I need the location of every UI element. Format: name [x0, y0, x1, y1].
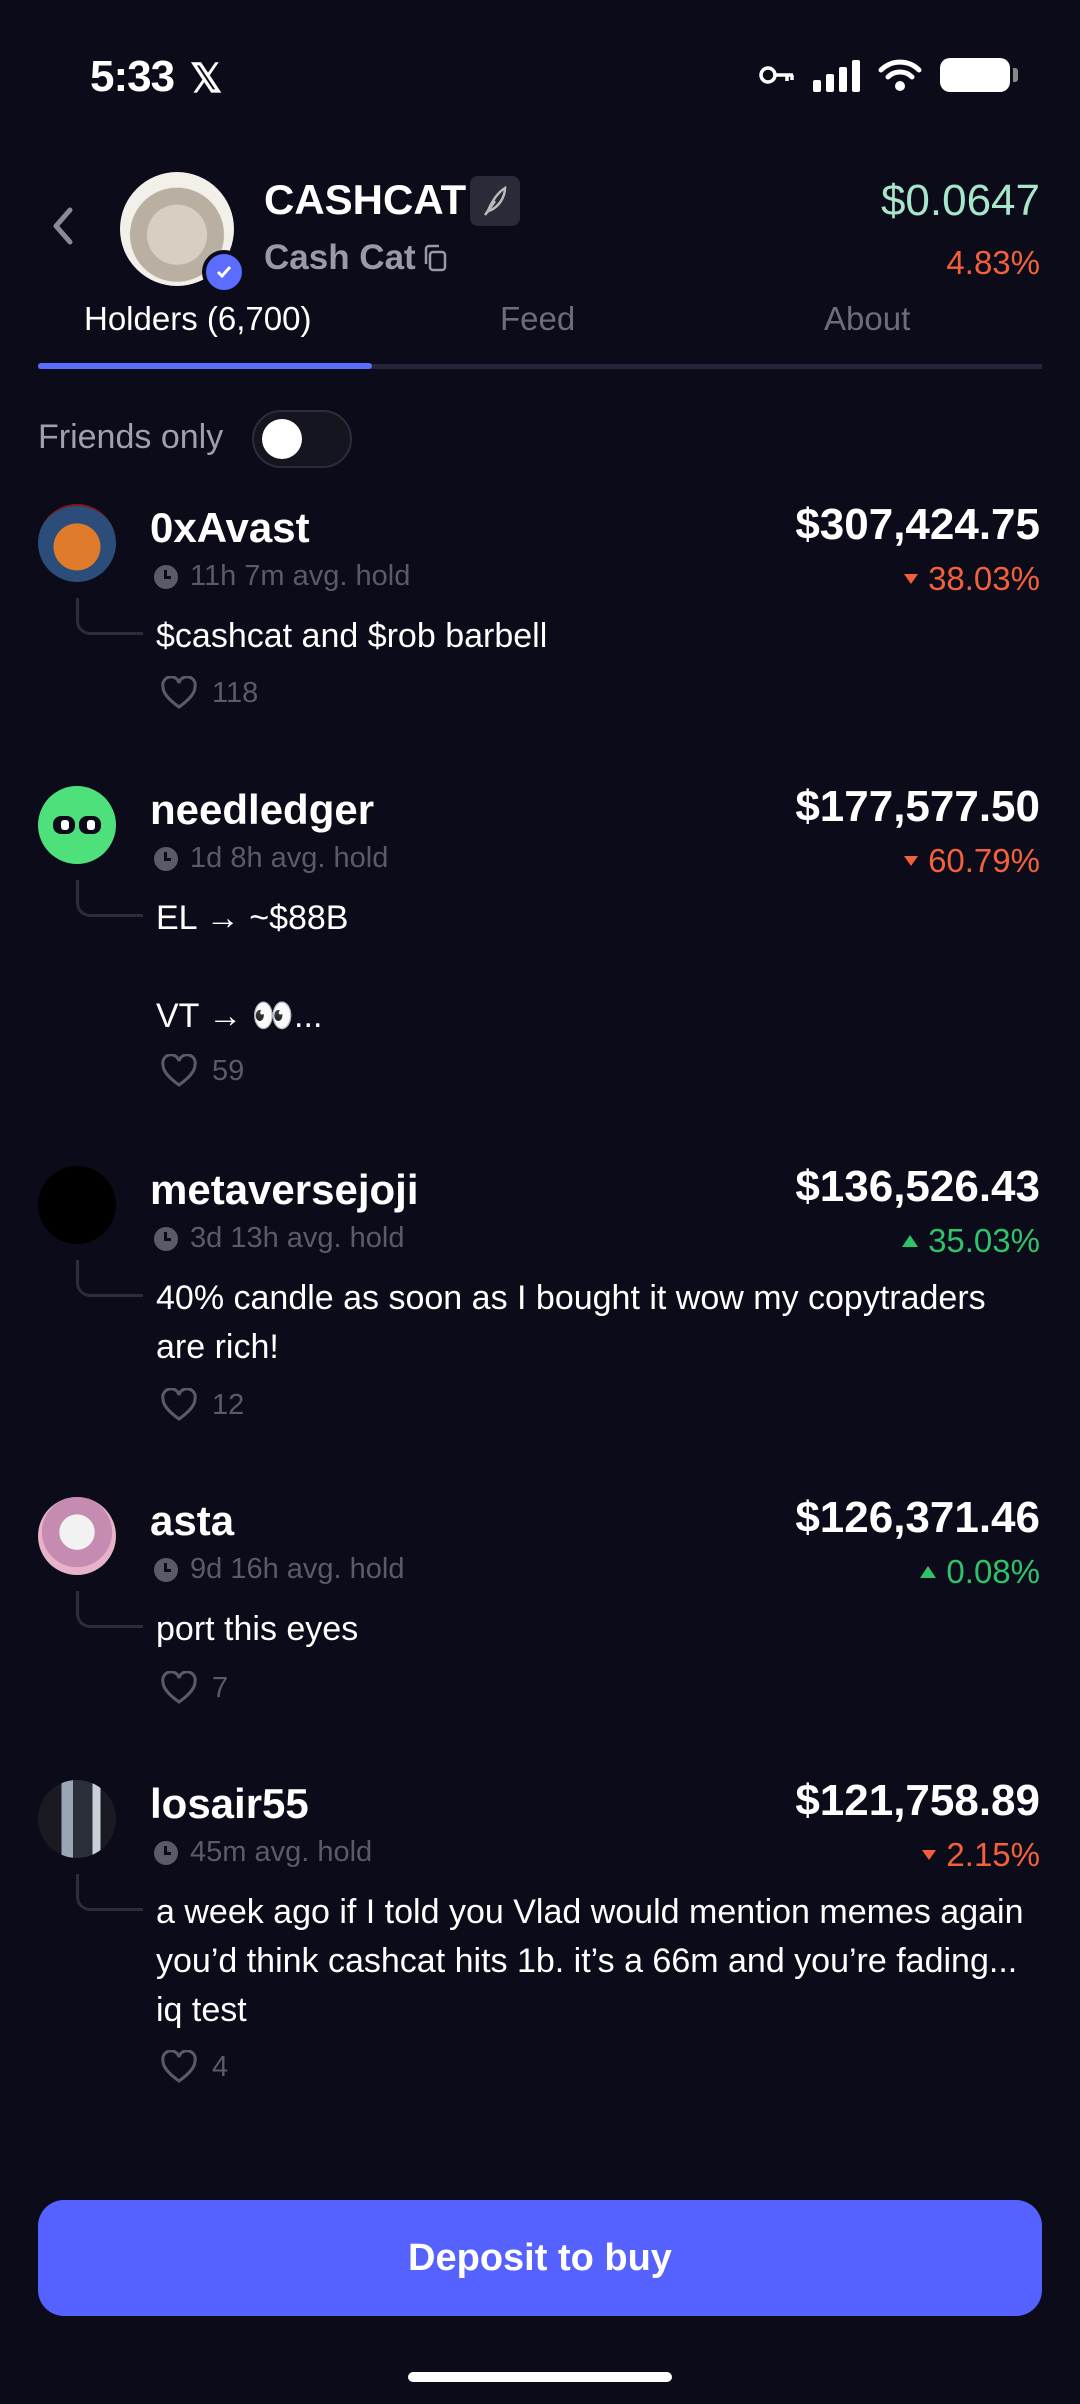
avg-hold: 3d 13h avg. hold [154, 1222, 404, 1255]
up-arrow-icon [902, 1235, 919, 1247]
avg-hold: 11h 7m avg. hold [154, 560, 410, 593]
like-button[interactable]: 12 [160, 1388, 244, 1422]
token-name: Cash Cat [264, 238, 416, 277]
avg-hold: 1d 8h avg. hold [154, 842, 388, 875]
holder-change: 2.15% [922, 1836, 1040, 1874]
heart-icon[interactable] [160, 676, 198, 710]
heart-icon[interactable] [160, 1671, 198, 1705]
avg-hold-text: 3d 13h avg. hold [190, 1222, 405, 1254]
like-count: 7 [212, 1671, 229, 1704]
feather-edit-icon[interactable] [470, 176, 520, 226]
like-count: 4 [212, 2050, 229, 2083]
avatar[interactable] [38, 1497, 116, 1575]
holder-change-text: 0.08% [946, 1553, 1040, 1590]
verified-badge-icon [202, 250, 246, 294]
avg-hold-text: 1d 8h avg. hold [190, 842, 389, 874]
token-price-change: 4.83% [946, 244, 1040, 281]
toggle-knob [262, 419, 302, 459]
down-arrow-icon [922, 1850, 937, 1860]
avg-hold-text: 45m avg. hold [190, 1836, 373, 1868]
down-arrow-icon [904, 574, 919, 584]
x-logo-icon: 𝕏 [190, 57, 223, 101]
up-arrow-icon [920, 1566, 937, 1578]
wifi-icon [878, 59, 922, 91]
friends-only-toggle[interactable] [252, 410, 352, 468]
friends-only-label: Friends only [38, 418, 224, 456]
holder-comment: port this eyes [156, 1610, 359, 1648]
holder-change-text: 60.79% [928, 842, 1040, 879]
holder-change-text: 2.15% [946, 1836, 1040, 1873]
token-symbol: CASHCAT [264, 176, 467, 223]
key-icon [759, 66, 794, 84]
clock-icon [154, 1557, 178, 1582]
like-count: 118 [212, 676, 259, 709]
holder-name[interactable]: needledger [150, 786, 374, 834]
signal-icon [813, 58, 860, 92]
holder-comment: $cashcat and $rob barbell [156, 617, 548, 655]
tab-holders[interactable]: Holders (6,700) [84, 300, 311, 338]
avg-hold: 9d 16h avg. hold [154, 1553, 404, 1586]
status-icons [759, 58, 1018, 92]
avatar[interactable] [38, 786, 116, 864]
holder-value: $307,424.75 [795, 500, 1040, 549]
like-button[interactable]: 118 [160, 676, 258, 710]
like-button[interactable]: 59 [160, 1054, 244, 1088]
token-price: $0.0647 [880, 176, 1040, 225]
holder-change-text: 35.03% [928, 1222, 1040, 1259]
heart-icon[interactable] [160, 1388, 198, 1422]
like-button[interactable]: 4 [160, 2050, 228, 2084]
back-chevron-icon[interactable] [48, 202, 78, 250]
holder-change: 38.03% [904, 560, 1040, 598]
avatar[interactable] [38, 1780, 116, 1858]
holder-change: 35.03% [902, 1222, 1040, 1260]
avg-hold-text: 9d 16h avg. hold [190, 1553, 405, 1585]
holder-change: 60.79% [904, 842, 1040, 880]
down-arrow-icon [904, 856, 919, 866]
avatar[interactable] [38, 504, 116, 582]
clock-icon [154, 1840, 178, 1865]
holder-name[interactable]: metaversejoji [150, 1166, 419, 1214]
holder-value: $136,526.43 [795, 1162, 1040, 1211]
clock-icon [154, 564, 178, 589]
holder-value: $121,758.89 [795, 1776, 1040, 1825]
deposit-to-buy-button[interactable]: Deposit to buy [38, 2200, 1042, 2316]
tab-feed[interactable]: Feed [500, 300, 575, 338]
heart-icon[interactable] [160, 1054, 198, 1088]
like-count: 12 [212, 1388, 245, 1421]
avg-hold: 45m avg. hold [154, 1836, 372, 1869]
holder-name[interactable]: asta [150, 1497, 234, 1545]
tab-about[interactable]: About [824, 300, 910, 338]
holder-value: $126,371.46 [795, 1493, 1040, 1542]
battery-icon [940, 58, 1018, 92]
holder-value: $177,577.50 [795, 782, 1040, 831]
status-time: 5:33 [90, 52, 175, 101]
home-indicator[interactable] [408, 2372, 672, 2382]
holder-comment: EL → ~$88B VT → 👀... [156, 899, 349, 1035]
avg-hold-text: 11h 7m avg. hold [190, 560, 411, 592]
heart-icon[interactable] [160, 2050, 198, 2084]
holder-comment: a week ago if I told you Vlad would ment… [156, 1893, 1024, 2029]
like-count: 59 [212, 1054, 245, 1087]
tab-active-indicator [38, 363, 372, 369]
holder-name[interactable]: 0xAvast [150, 504, 310, 552]
avatar[interactable] [38, 1166, 116, 1244]
holder-comment: 40% candle as soon as I bought it wow my… [156, 1279, 986, 1366]
clock-icon [154, 846, 178, 871]
holder-name[interactable]: losair55 [150, 1780, 309, 1828]
thread-connector [76, 598, 143, 635]
thread-connector [76, 1591, 143, 1628]
thread-connector [76, 1260, 143, 1297]
like-button[interactable]: 7 [160, 1671, 228, 1705]
holder-change: 0.08% [920, 1553, 1040, 1591]
holder-change-text: 38.03% [928, 560, 1040, 597]
thread-connector [76, 880, 143, 917]
clock-icon [154, 1226, 178, 1251]
thread-connector [76, 1874, 143, 1911]
copy-icon[interactable] [422, 244, 448, 274]
